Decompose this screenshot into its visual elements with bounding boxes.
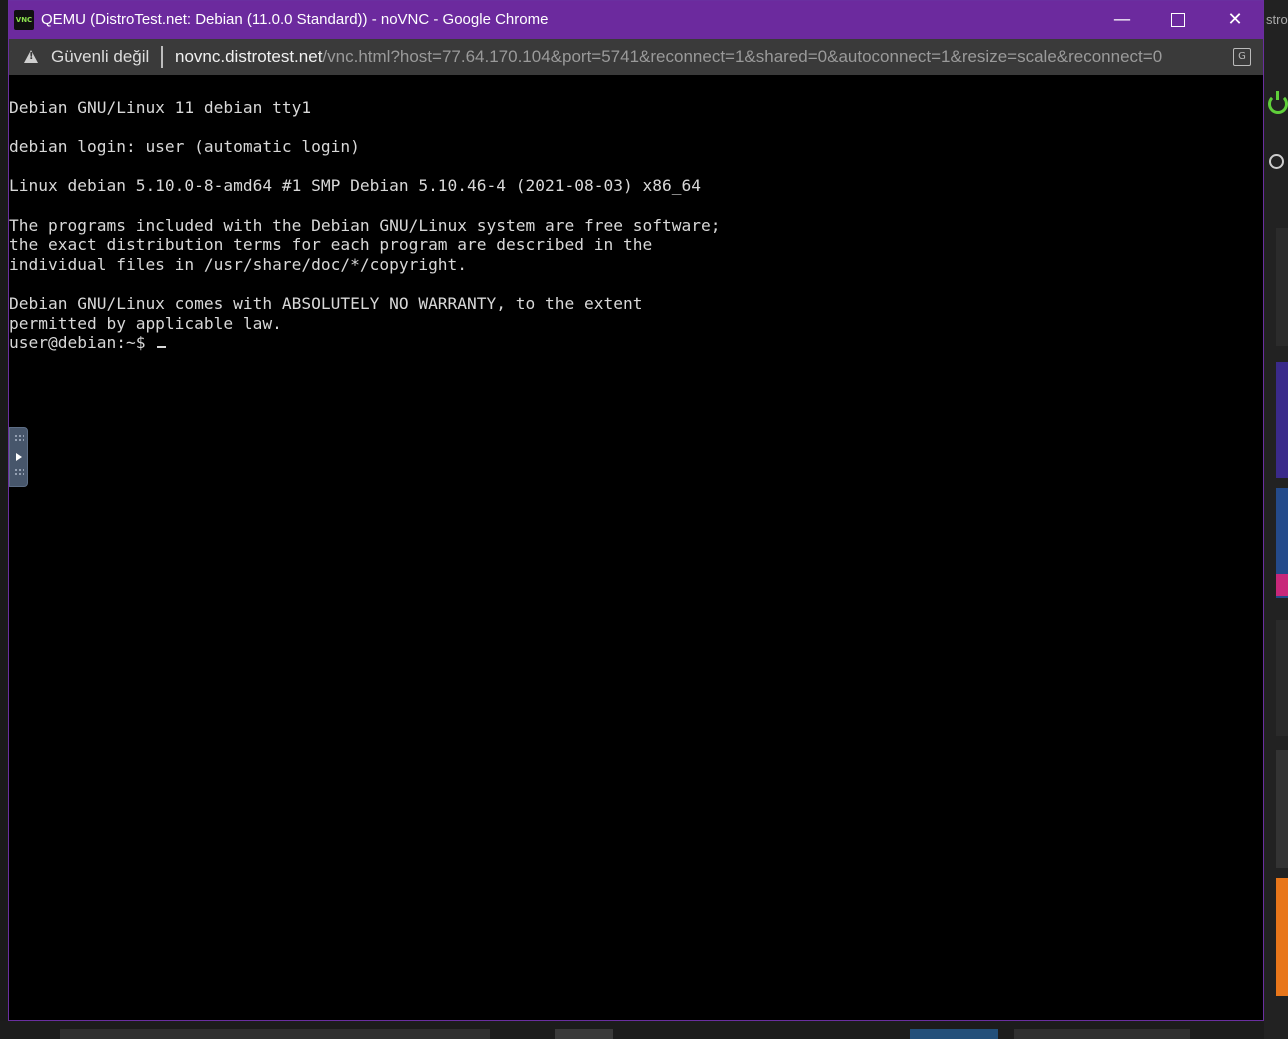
terminal-line: Debian GNU/Linux 11 debian tty1 [9,98,312,117]
background-page-text: stro [1266,12,1288,27]
taskbar-item[interactable] [60,1029,490,1039]
address-bar[interactable]: Güvenli değil novnc.distrotest.net/vnc.h… [9,39,1263,75]
search-icon[interactable] [1269,154,1284,169]
terminal-line: The programs included with the Debian GN… [9,215,721,235]
vnc-app-icon: VNC [14,10,34,30]
handle-grip-icon [14,434,24,442]
terminal-line: permitted by applicable law. [9,313,282,333]
translate-icon[interactable]: G [1233,48,1251,66]
security-label[interactable]: Güvenli değil [51,47,149,67]
thumbnail-strip [1276,574,1288,596]
power-icon[interactable] [1268,91,1288,114]
background-page: stro [1264,0,1288,1039]
terminal-output: Debian GNU/Linux 11 debian tty1 debian l… [9,98,720,353]
browser-window: VNC QEMU (DistroTest.net: Debian (11.0.0… [8,0,1264,1021]
thumbnail-strip [1276,878,1288,996]
terminal-line: the exact distribution terms for each pr… [9,235,653,255]
window-title: QEMU (DistroTest.net: Debian (11.0.0 Sta… [41,11,549,28]
address-separator [161,46,163,68]
terminal-line: debian login: user (automatic login) [9,137,360,157]
terminal-prompt: user@debian:~$ [9,333,156,353]
thumbnail-strip [1276,228,1288,346]
url-path: /vnc.html?host=77.64.170.104&port=5741&r… [322,47,1163,66]
close-button[interactable]: ✕ [1207,1,1263,39]
taskbar [0,1021,1264,1039]
handle-grip-icon [14,468,24,476]
expand-arrow-icon [16,453,22,461]
url-field[interactable]: novnc.distrotest.net/vnc.html?host=77.64… [175,47,1162,67]
minimize-button[interactable]: — [1094,1,1150,39]
taskbar-item[interactable] [910,1029,998,1039]
vnc-screen[interactable]: Debian GNU/Linux 11 debian tty1 debian l… [9,75,1263,1020]
title-bar[interactable]: VNC QEMU (DistroTest.net: Debian (11.0.0… [9,1,1263,39]
taskbar-item[interactable] [555,1029,613,1039]
thumbnail-strip [1276,620,1288,736]
maximize-icon [1171,13,1185,27]
terminal-line: Debian GNU/Linux comes with ABSOLUTELY N… [9,293,643,313]
thumbnail-strip [1276,362,1288,478]
url-host: novnc.distrotest.net [175,47,323,66]
thumbnail-strip [1276,750,1288,868]
terminal-cursor [157,346,167,349]
maximize-button[interactable] [1150,1,1206,39]
terminal-line: Linux debian 5.10.0-8-amd64 #1 SMP Debia… [9,176,701,196]
warning-icon[interactable] [24,50,38,63]
terminal-line: individual files in /usr/share/doc/*/cop… [9,254,468,274]
terminal-lines: Debian GNU/Linux 11 debian tty1 debian l… [9,98,720,333]
novnc-control-bar-handle[interactable] [9,427,28,487]
taskbar-item[interactable] [1014,1029,1190,1039]
